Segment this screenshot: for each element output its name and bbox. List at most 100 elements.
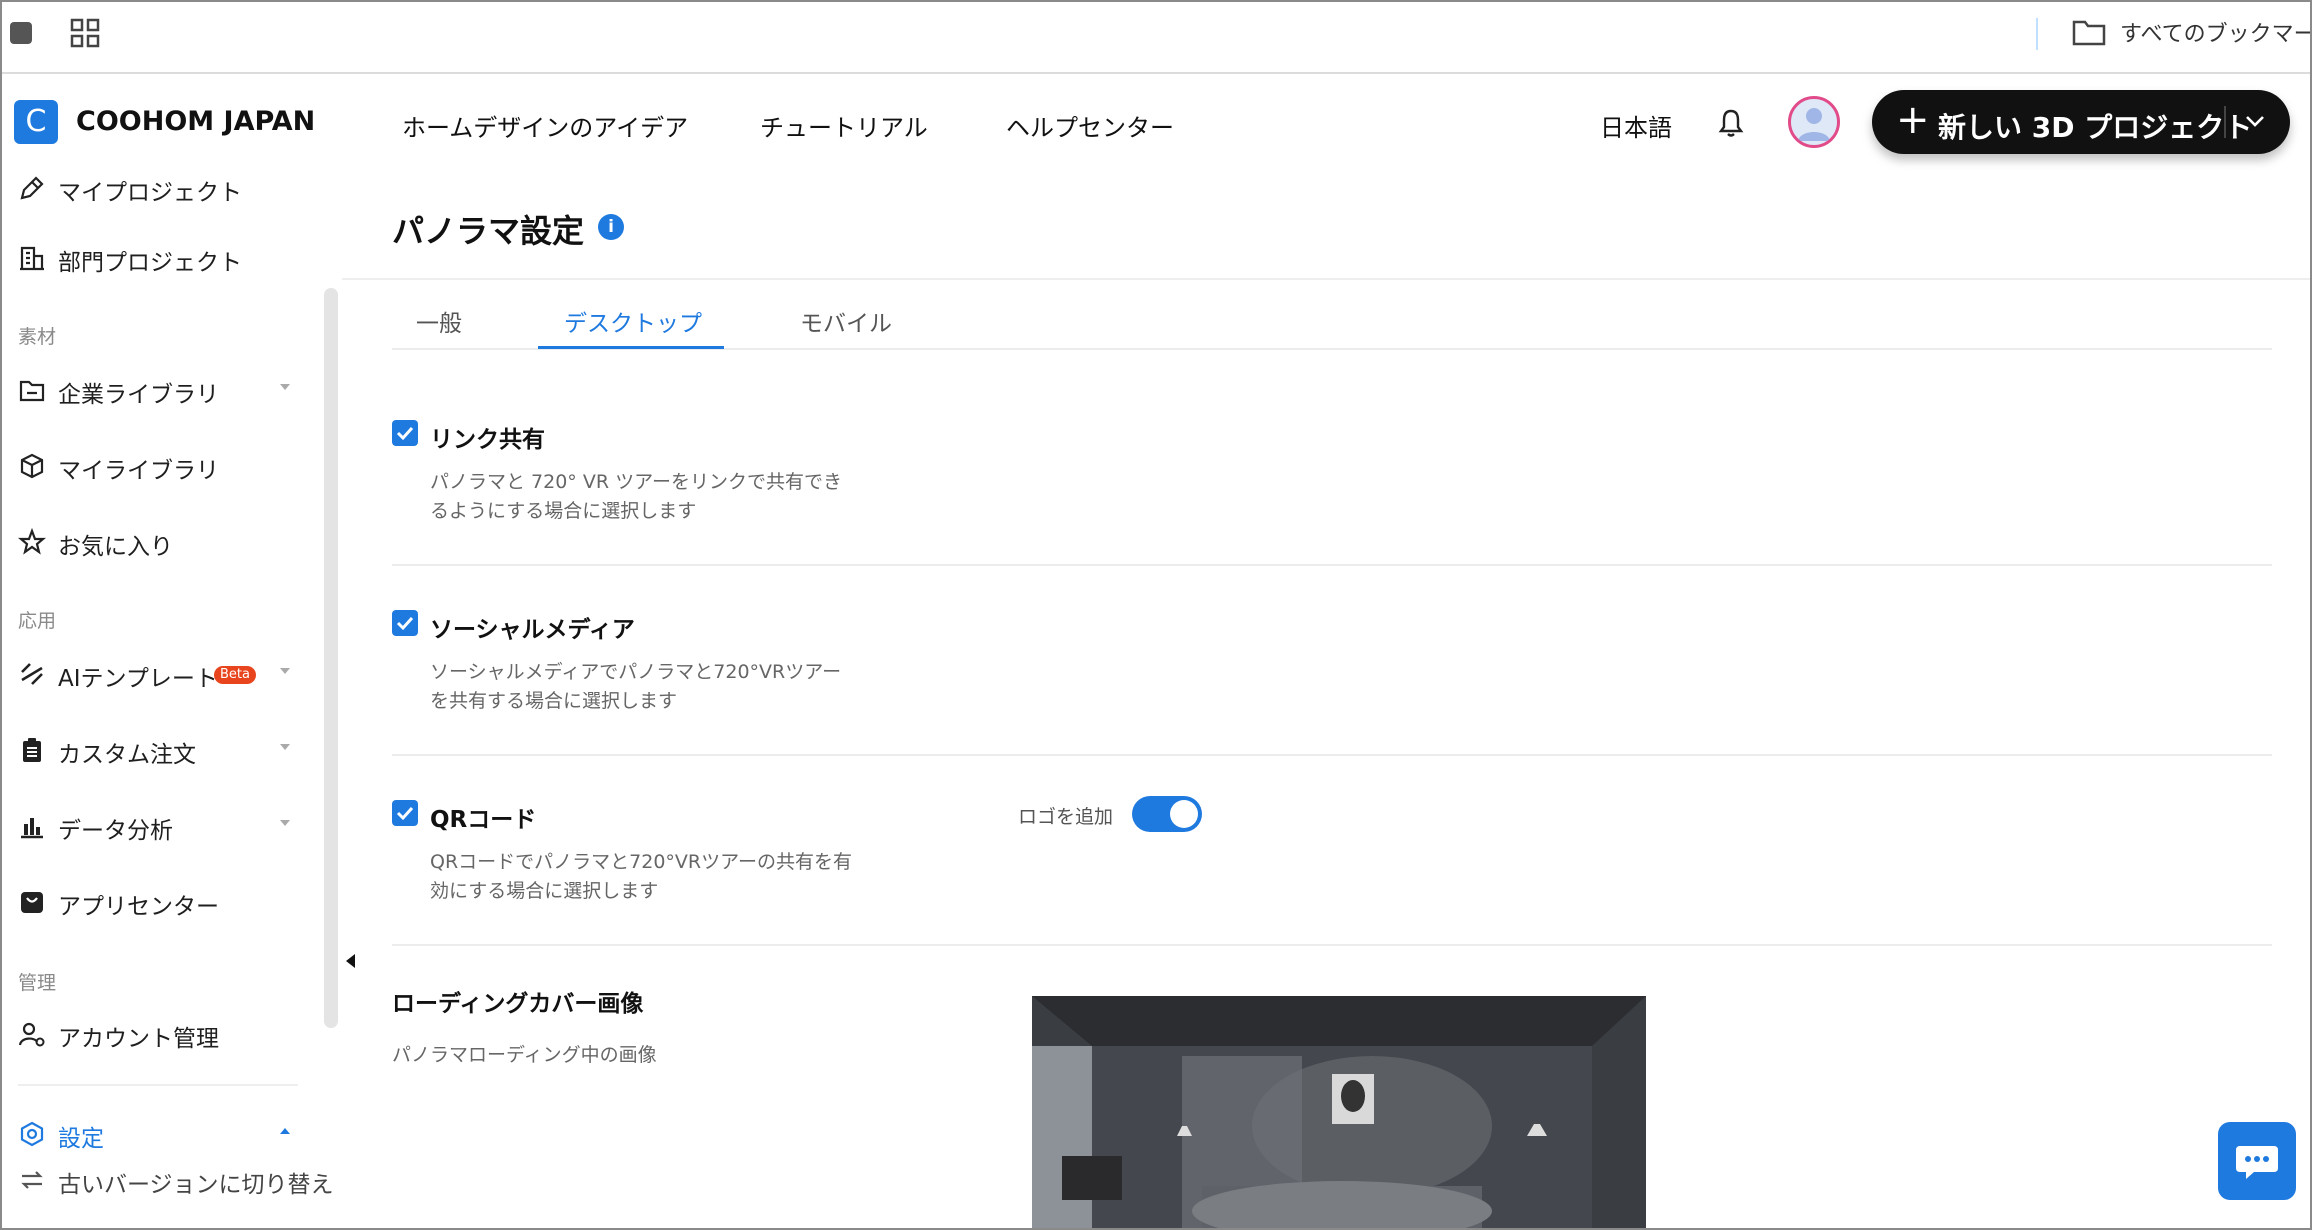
sidebar-item-app-center[interactable]: アプリセンター xyxy=(18,882,298,922)
setting-title: QRコード xyxy=(430,807,537,833)
tab-general[interactable]: 一般 xyxy=(416,304,462,338)
clipboard-icon xyxy=(23,738,41,762)
cover-image-preview[interactable] xyxy=(1032,996,1646,1228)
check-icon xyxy=(396,806,414,821)
user-avatar[interactable] xyxy=(1788,96,1840,148)
nav-home-design-ideas[interactable]: ホームデザインのアイデア xyxy=(402,108,688,143)
switch-old-version-link[interactable]: 古いバージョンに切り替え xyxy=(18,1160,338,1200)
sidebar-item-label: AIテンプレート xyxy=(58,666,218,692)
language-selector[interactable]: 日本語 xyxy=(1600,108,1672,143)
sidebar-item-account-mgmt[interactable]: アカウント管理 xyxy=(18,1014,298,1054)
chevron-down-icon[interactable] xyxy=(2242,108,2268,134)
section-label-materials: 素材 xyxy=(18,326,57,348)
window-icon[interactable] xyxy=(10,22,32,44)
folder-doc-icon xyxy=(19,380,45,402)
sidebar-item-custom-order[interactable]: カスタム注文 xyxy=(18,730,298,770)
setting-qr-code: QRコード QRコードでパノラマと720°VRツアーの共有を有 効にする場合に選… xyxy=(392,800,2272,910)
sidebar: マイプロジェクト 部門プロジェクト 素材 企業ライブラリ マイライブラリ お気に… xyxy=(2,176,355,1228)
pencil-house-icon xyxy=(20,176,44,200)
section-label-apps: 応用 xyxy=(18,610,57,632)
nav-help-center[interactable]: ヘルプセンター xyxy=(1006,108,1174,143)
sidebar-item-my-library[interactable]: マイライブラリ xyxy=(18,446,298,486)
new-3d-project-button[interactable]: + 新しい 3D プロジェクト xyxy=(1872,90,2290,154)
link-share-checkbox[interactable] xyxy=(392,420,418,446)
add-logo-label: ロゴを追加 xyxy=(1018,806,1114,828)
star-icon xyxy=(18,528,46,555)
apps-grid-icon[interactable] xyxy=(70,18,100,48)
sidebar-item-settings[interactable]: 設定 xyxy=(18,1114,298,1154)
qr-code-checkbox[interactable] xyxy=(392,800,418,826)
swap-arrows-icon xyxy=(21,1171,43,1189)
desc-line: を共有する場合に選択します xyxy=(430,690,678,712)
tab-desktop[interactable]: デスクトップ xyxy=(564,304,702,338)
browser-window: すべてのブックマーク C COOHOM JAPAN ホームデザインのアイデア チ… xyxy=(0,0,2312,1230)
cube-icon xyxy=(20,453,44,479)
desc-line: ソーシャルメディアでパノラマと720°VRツアー xyxy=(430,661,842,683)
folder-icon[interactable] xyxy=(2072,18,2106,46)
sidebar-item-label: マイプロジェクト xyxy=(58,180,242,206)
shopping-bag-icon xyxy=(21,892,43,913)
setting-title: リンク共有 xyxy=(430,427,545,453)
sidebar-item-label: 企業ライブラリ xyxy=(58,382,219,408)
sidebar-item-favorites[interactable]: お気に入り xyxy=(18,522,298,562)
setting-divider xyxy=(392,754,2272,756)
setting-social-media: ソーシャルメディア ソーシャルメディアでパノラマと720°VRツアー を共有する… xyxy=(392,610,2272,720)
social-media-checkbox[interactable] xyxy=(392,610,418,636)
main-content: パノラマ設定 i 一般 デスクトップ モバイル リンク共有 パノラマと 720°… xyxy=(342,176,2310,1228)
info-icon[interactable]: i xyxy=(598,214,624,240)
toggle-knob xyxy=(1170,800,1198,828)
sidebar-item-ai-templates[interactable]: AIテンプレート Beta xyxy=(18,654,298,694)
sidebar-item-label: マイライブラリ xyxy=(58,458,219,484)
brand-name[interactable]: COOHOM JAPAN xyxy=(76,106,315,137)
bar-chart-icon xyxy=(21,818,43,839)
sidebar-item-data-analysis[interactable]: データ分析 xyxy=(18,806,298,846)
collapse-caret-icon[interactable] xyxy=(280,1128,290,1134)
bookmark-separator xyxy=(2036,18,2038,50)
new-3d-project-label: 新しい 3D プロジェクト xyxy=(1938,111,2253,144)
expand-caret-icon[interactable] xyxy=(280,820,290,826)
add-logo-toggle[interactable] xyxy=(1132,796,1202,832)
sidebar-item-corp-library[interactable]: 企業ライブラリ xyxy=(18,370,298,410)
building-icon xyxy=(20,246,44,271)
sidebar-item-label: 部門プロジェクト xyxy=(58,250,242,276)
setting-description: QRコードでパノラマと720°VRツアーの共有を有 効にする場合に選択します xyxy=(430,848,860,906)
all-bookmarks-link[interactable]: すべてのブックマーク xyxy=(2120,16,2310,48)
bedroom-render-image xyxy=(1032,996,1646,1228)
hexagon-gear-icon xyxy=(20,1121,44,1147)
expand-caret-icon[interactable] xyxy=(280,668,290,674)
setting-link-share: リンク共有 パノラマと 720° VR ツアーをリンクで共有でき るようにする場… xyxy=(392,420,2272,530)
check-icon xyxy=(396,426,414,441)
setting-divider xyxy=(392,944,2272,946)
active-tab-indicator xyxy=(538,346,724,349)
lightning-icon xyxy=(21,663,43,685)
bell-icon[interactable] xyxy=(1718,108,1744,138)
setting-description: パノラマと 720° VR ツアーをリンクで共有でき るようにする場合に選択しま… xyxy=(430,468,860,526)
app-header: C COOHOM JAPAN ホームデザインのアイデア チュートリアル ヘルプセ… xyxy=(2,74,2310,176)
desc-line: 効にする場合に選択します xyxy=(430,880,659,902)
cover-image-title: ローディングカバー画像 xyxy=(392,991,644,1017)
brand-logo[interactable]: C xyxy=(14,100,58,144)
user-silhouette-icon xyxy=(1798,108,1830,141)
expand-caret-icon[interactable] xyxy=(280,744,290,750)
nav-tutorials[interactable]: チュートリアル xyxy=(760,108,928,143)
sidebar-divider xyxy=(18,1084,298,1086)
beta-badge: Beta xyxy=(214,666,256,684)
expand-caret-icon[interactable] xyxy=(280,384,290,390)
check-icon xyxy=(396,616,414,631)
cover-image-description: パノラマローディング中の画像 xyxy=(392,1044,657,1066)
section-label-admin: 管理 xyxy=(18,972,57,994)
chat-bubble-icon xyxy=(2236,1146,2278,1179)
sidebar-scrollbar[interactable] xyxy=(324,288,338,1028)
title-divider xyxy=(342,278,2310,280)
user-settings-icon xyxy=(18,1022,45,1047)
sidebar-item-label: 古いバージョンに切り替え xyxy=(58,1172,334,1198)
sidebar-item-my-projects[interactable]: マイプロジェクト xyxy=(18,168,298,208)
desc-line: るようにする場合に選択します xyxy=(430,500,697,522)
tab-mobile[interactable]: モバイル xyxy=(800,304,892,338)
chat-support-button[interactable] xyxy=(2218,1122,2296,1200)
plus-icon: + xyxy=(1896,97,1930,143)
page-title: パノラマ設定 xyxy=(392,212,585,250)
sidebar-item-label: アカウント管理 xyxy=(58,1026,219,1052)
setting-description: ソーシャルメディアでパノラマと720°VRツアー を共有する場合に選択します xyxy=(430,658,860,716)
sidebar-item-dept-projects[interactable]: 部門プロジェクト xyxy=(18,238,298,278)
